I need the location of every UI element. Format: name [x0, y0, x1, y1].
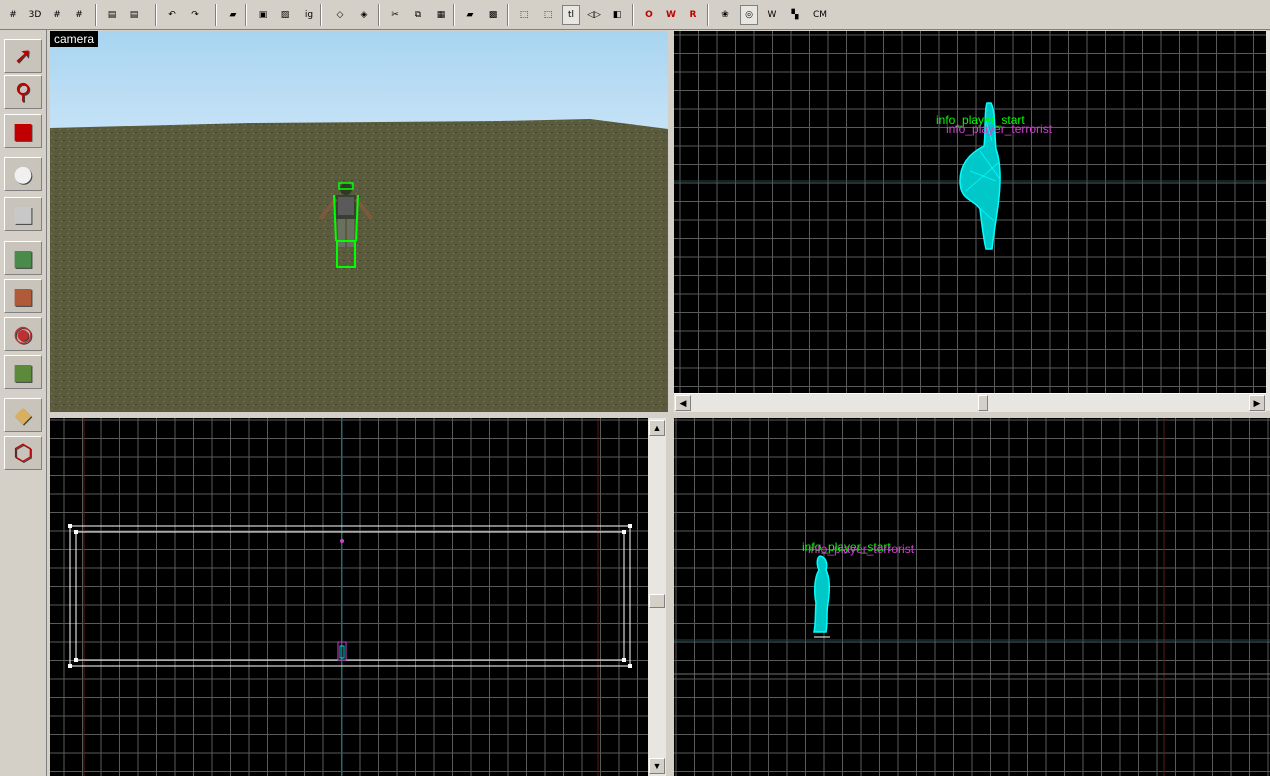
flip-icon[interactable]: ◁▷	[585, 5, 603, 25]
paste-icon[interactable]: ▦	[432, 5, 450, 25]
magnify-tool-icon[interactable]: ⚲	[4, 75, 42, 109]
front-viewport-vscrollbar[interactable]: ▲ ▼	[648, 418, 666, 776]
brush-outline-front	[68, 418, 632, 776]
ignore-groups-icon[interactable]: ig	[300, 5, 318, 25]
load-window-state-icon[interactable]: ▤	[103, 5, 121, 25]
grid-toggle-icon[interactable]: #	[4, 5, 22, 25]
apply-current-texture-glyph: ■	[12, 283, 34, 309]
top-viewport-hscrollbar[interactable]: ◀ ▶	[674, 393, 1266, 412]
toolbar-separator	[632, 4, 634, 26]
ungroup-icon[interactable]: ▨	[276, 5, 294, 25]
selection-toggle-icon[interactable]: ⬚	[539, 5, 557, 25]
selection-tool-glyph: ➚	[13, 43, 33, 69]
tool-palette: ➚ ⚲ ■ ● ■ ■ ■ ◉ ■ ◆ ⬡	[0, 30, 47, 776]
polygon-view-icon[interactable]: ◎	[740, 5, 758, 25]
scroll-left-arrow[interactable]: ◀	[675, 395, 691, 411]
toolbar-separator	[320, 4, 322, 26]
apply-current-texture-icon[interactable]: ■	[4, 279, 42, 313]
vertex-manipulation-tool-glyph: ⬡	[13, 440, 33, 466]
player-wireframe-top	[959, 102, 1001, 250]
hide-unselected-icon[interactable]: ◈	[355, 5, 373, 25]
scroll-thumb[interactable]	[649, 594, 665, 608]
camera-viewport[interactable]: camera	[50, 31, 668, 412]
player-wireframe-side	[674, 555, 1270, 675]
side-viewport[interactable]: info_player_start info_player_terrorist	[674, 418, 1270, 776]
entity-label-player-terrorist: info_player_terrorist	[946, 122, 1053, 136]
texture-scale-lock-icon[interactable]: ▩	[484, 5, 502, 25]
camera-scene	[50, 31, 668, 412]
clipping-tool-glyph: ◆	[14, 402, 32, 428]
toolbar-separator	[155, 4, 157, 26]
3d-grid-icon[interactable]: 3D	[26, 5, 44, 25]
block-tool-icon[interactable]: ■	[4, 197, 42, 231]
decal-tool-icon[interactable]: ◉	[4, 317, 42, 351]
select-icon[interactable]: ⬚	[515, 5, 533, 25]
undo-icon[interactable]: ↶	[163, 5, 181, 25]
scroll-up-arrow[interactable]: ▲	[649, 420, 665, 436]
show-objects-icon[interactable]: O	[640, 5, 658, 25]
texture-lock-icon[interactable]: ▰	[461, 5, 479, 25]
texture-application-tool-icon[interactable]: ■	[4, 241, 42, 275]
toolbar-separator	[507, 4, 509, 26]
clipping-tool-icon[interactable]: ◆	[4, 398, 42, 432]
smaller-grid-icon[interactable]: #	[48, 5, 66, 25]
camera-tool-glyph: ■	[12, 118, 34, 144]
toolbar-separator	[245, 4, 247, 26]
hide-selected-icon[interactable]: ◇	[331, 5, 349, 25]
magnify-tool-glyph: ⚲	[14, 79, 32, 105]
main-toolbar: #3D # # ▤ ▤ ↶ ↷ ▰ ▣ ▨ ig ◇ ◈ ✂ ⧉ ▦ ▰ ▩ ⬚ ⬚ tl ◁▷ ◧ O W R ❀ ◎ W ▚ CM	[0, 0, 1270, 30]
vertex-tool-icon[interactable]: ❀	[716, 5, 734, 25]
overlay-tool-glyph: ■	[12, 359, 34, 385]
save-window-state-icon[interactable]: ▤	[125, 5, 143, 25]
show-entities-icon[interactable]: R	[684, 5, 702, 25]
overlay-tool-icon[interactable]: ■	[4, 355, 42, 389]
top-viewport[interactable]: info_player_start info_player_terrorist	[674, 31, 1266, 393]
larger-grid-icon[interactable]: #	[70, 5, 88, 25]
toolbar-separator	[95, 4, 97, 26]
cordon-mode-icon[interactable]: CM	[809, 5, 831, 25]
toolbar-separator	[378, 4, 380, 26]
top-viewport-vscroll-edge[interactable]	[1266, 31, 1270, 411]
entity-tool-icon[interactable]: ●	[4, 157, 42, 191]
texture-application-tool-glyph: ■	[12, 245, 34, 271]
decal-tool-glyph: ◉	[13, 321, 33, 347]
camera-tool-icon[interactable]: ■	[4, 114, 42, 148]
camera-label: camera	[50, 31, 99, 47]
scroll-right-arrow[interactable]: ▶	[1249, 395, 1265, 411]
align-icon[interactable]: ◧	[608, 5, 626, 25]
texture-view-icon[interactable]: W	[763, 5, 781, 25]
copy-icon[interactable]: ⧉	[409, 5, 427, 25]
vertex-manipulation-tool-icon[interactable]: ⬡	[4, 436, 42, 470]
block-tool-glyph: ■	[12, 201, 34, 227]
toolbar-separator	[453, 4, 455, 26]
scroll-down-arrow[interactable]: ▼	[649, 758, 665, 774]
entity-label-player-terrorist: info_player_terrorist	[808, 542, 915, 556]
group-icon[interactable]: ▣	[254, 5, 272, 25]
entity-tool-glyph: ●	[13, 161, 33, 187]
selection-tool-icon[interactable]: ➚	[4, 39, 42, 73]
toolbar-separator	[707, 4, 709, 26]
toolbar-separator	[215, 4, 217, 26]
flat-shaded-icon[interactable]: ▚	[786, 5, 804, 25]
carve-icon[interactable]: ▰	[224, 5, 242, 25]
cut-icon[interactable]: ✂	[386, 5, 404, 25]
front-viewport[interactable]	[50, 418, 648, 776]
transform-icon[interactable]: tl	[562, 5, 580, 25]
redo-icon[interactable]: ↷	[186, 5, 204, 25]
scroll-thumb[interactable]	[978, 395, 988, 411]
show-wireframe-icon[interactable]: W	[662, 5, 680, 25]
